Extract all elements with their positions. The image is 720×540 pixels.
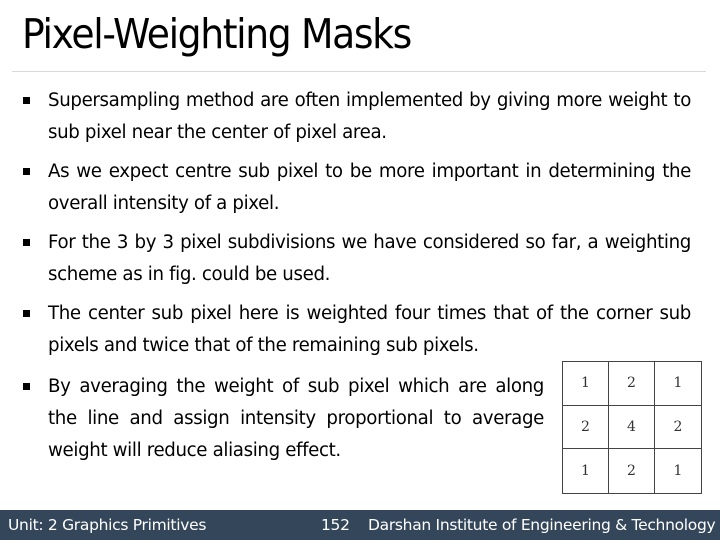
- mask-cell: 2: [609, 449, 655, 493]
- footer-unit: Unit: 2 Graphics Primitives: [8, 516, 207, 534]
- bullet-item: By averaging the weight of sub pixel whi…: [23, 371, 544, 467]
- mask-cell: 1: [563, 362, 609, 406]
- bullet-text: By averaging the weight of sub pixel whi…: [48, 376, 544, 461]
- square-bullet-icon: [23, 168, 30, 175]
- square-bullet-icon: [23, 310, 30, 317]
- footer-institute: Darshan Institute of Engineering & Techn…: [368, 516, 716, 534]
- slide-title: Pixel-Weighting Masks: [22, 10, 412, 58]
- mask-cell: 2: [609, 362, 655, 406]
- title-divider: [12, 71, 706, 72]
- weighting-mask-figure: 1 2 1 2 4 2 1 2 1: [562, 361, 702, 494]
- slide-footer: Unit: 2 Graphics Primitives 152 Darshan …: [0, 510, 720, 540]
- mask-cell: 2: [563, 405, 609, 450]
- mask-cell: 1: [563, 449, 609, 493]
- mask-cell: 1: [673, 463, 683, 480]
- square-bullet-icon: [23, 383, 30, 390]
- footer-page-number: 152: [321, 516, 350, 534]
- bullet-item: Supersampling method are often implement…: [23, 85, 691, 149]
- mask-cell-center: 4: [609, 405, 655, 450]
- bullet-text: As we expect centre sub pixel to be more…: [48, 161, 691, 214]
- bullet-text: The center sub pixel here is weighted fo…: [48, 303, 691, 356]
- bullet-text: For the 3 by 3 pixel subdivisions we hav…: [48, 232, 691, 285]
- bullet-item: As we expect centre sub pixel to be more…: [23, 156, 691, 220]
- square-bullet-icon: [23, 239, 30, 246]
- square-bullet-icon: [23, 97, 30, 104]
- bullet-item: The center sub pixel here is weighted fo…: [23, 298, 691, 362]
- bullet-text: Supersampling method are often implement…: [48, 90, 691, 143]
- mask-cell: 2: [655, 406, 701, 450]
- bullet-item: For the 3 by 3 pixel subdivisions we hav…: [23, 227, 691, 291]
- mask-cell: 1: [655, 362, 701, 406]
